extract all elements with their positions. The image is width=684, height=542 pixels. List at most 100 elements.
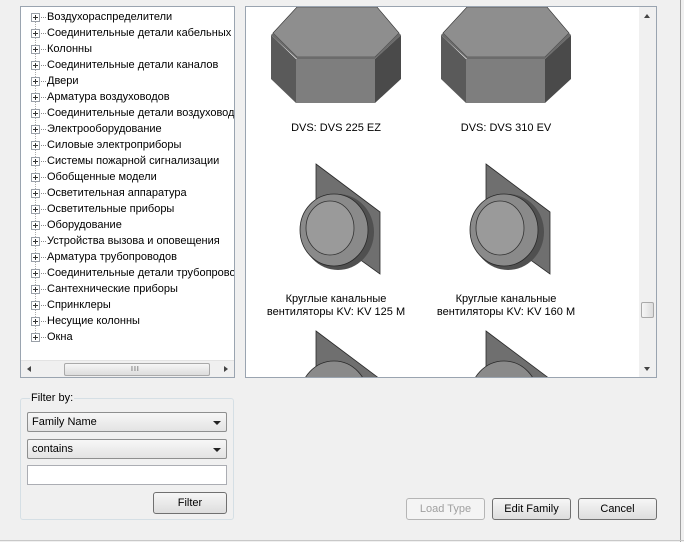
expand-plus-icon[interactable] — [31, 157, 40, 166]
expand-plus-icon[interactable] — [31, 301, 40, 310]
tree-connector — [41, 97, 46, 98]
duct-fan-icon[interactable] — [466, 162, 556, 282]
arrow-up-icon — [644, 14, 650, 18]
expand-plus-icon[interactable] — [31, 205, 40, 214]
expand-plus-icon[interactable] — [31, 13, 40, 22]
tree-item[interactable]: Воздухораспределители — [21, 9, 234, 25]
expand-plus-icon[interactable] — [31, 93, 40, 102]
tree-item-label: Оборудование — [47, 219, 122, 231]
tree-item[interactable]: Соединительные детали воздуховодов — [21, 105, 234, 121]
tree-item-label: Сантехнические приборы — [47, 283, 178, 295]
duct-fan-icon[interactable] — [296, 329, 386, 378]
tree-connector — [41, 305, 46, 306]
window-frame-bottom — [0, 540, 684, 541]
tree-item[interactable]: Колонны — [21, 41, 234, 57]
tree-item-label: Арматура воздуховодов — [47, 91, 170, 103]
tree-item[interactable]: Окна — [21, 329, 234, 345]
family-category-tree[interactable]: Воздухораспределители Соединительные дета… — [20, 6, 235, 378]
tree-item-label: Окна — [47, 331, 73, 343]
expand-plus-icon[interactable] — [31, 29, 40, 38]
tree-item[interactable]: Электрооборудование — [21, 121, 234, 137]
expand-plus-icon[interactable] — [31, 221, 40, 230]
expand-plus-icon[interactable] — [31, 141, 40, 150]
tree-item[interactable]: Осветительная аппаратура — [21, 185, 234, 201]
tree-item[interactable]: Сантехнические приборы — [21, 281, 234, 297]
tree-connector — [41, 209, 46, 210]
tree-connector — [41, 129, 46, 130]
roof-fan-icon[interactable] — [271, 7, 401, 107]
tree-item[interactable]: Обобщенные модели — [21, 169, 234, 185]
expand-plus-icon[interactable] — [31, 317, 40, 326]
tree-connector — [41, 193, 46, 194]
tree-horizontal-scrollbar[interactable]: III — [21, 360, 234, 377]
tree-scroll-thumb[interactable]: III — [64, 363, 210, 376]
tile-label[interactable]: DVS: DVS 310 EV — [426, 122, 586, 135]
filter-legend: Filter by: — [30, 392, 75, 405]
tree-item[interactable]: Соединительные детали кабельных лотков — [21, 25, 234, 41]
chevron-down-icon — [213, 448, 221, 452]
expand-plus-icon[interactable] — [31, 333, 40, 342]
tree-item[interactable]: Соединительные детали трубопроводов — [21, 265, 234, 281]
tree-connector — [41, 49, 46, 50]
cancel-button[interactable]: Cancel — [578, 498, 657, 520]
tree-item[interactable]: Арматура воздуховодов — [21, 89, 234, 105]
tree-item[interactable]: Несущие колонны — [21, 313, 234, 329]
load-type-button[interactable]: Load Type — [406, 498, 485, 520]
filter-operator-dropdown[interactable]: contains — [27, 439, 227, 459]
tree-item-label: Спринклеры — [47, 299, 111, 311]
tree-item[interactable]: Системы пожарной сигнализации — [21, 153, 234, 169]
duct-fan-icon[interactable] — [296, 162, 386, 282]
tree-item[interactable]: Оборудование — [21, 217, 234, 233]
expand-plus-icon[interactable] — [31, 237, 40, 246]
scroll-left-button[interactable] — [21, 361, 38, 377]
tree-item-label: Системы пожарной сигнализации — [47, 155, 220, 167]
tree-item[interactable]: Соединительные детали каналов — [21, 57, 234, 73]
edit-family-button[interactable]: Edit Family — [492, 498, 571, 520]
preview-scroll-thumb[interactable] — [641, 302, 654, 318]
expand-plus-icon[interactable] — [31, 45, 40, 54]
tree-connector — [41, 289, 46, 290]
expand-plus-icon[interactable] — [31, 253, 40, 262]
roof-fan-icon[interactable] — [441, 7, 571, 107]
tree-item-label: Силовые электроприборы — [47, 139, 182, 151]
filter-field-dropdown[interactable]: Family Name — [27, 412, 227, 432]
filter-button[interactable]: Filter — [153, 492, 227, 514]
tree-connector — [41, 161, 46, 162]
tile-label[interactable]: Круглые канальные вентиляторы KV: KV 125… — [256, 293, 416, 319]
tree-item[interactable]: Силовые электроприборы — [21, 137, 234, 153]
tree-item-label: Несущие колонны — [47, 315, 140, 327]
expand-plus-icon[interactable] — [31, 285, 40, 294]
tree-item-label: Устройства вызова и оповещения — [47, 235, 220, 247]
tile-label[interactable]: Круглые канальные вентиляторы KV: KV 160… — [426, 293, 586, 319]
tree-connector — [41, 257, 46, 258]
expand-plus-icon[interactable] — [31, 173, 40, 182]
tree-item[interactable]: Осветительные приборы — [21, 201, 234, 217]
tree-item-label: Двери — [47, 75, 79, 87]
tree-connector — [41, 81, 46, 82]
tree-item-label: Воздухораспределители — [47, 11, 173, 23]
filter-text-input[interactable] — [27, 465, 227, 485]
tree-item[interactable]: Устройства вызова и оповещения — [21, 233, 234, 249]
duct-fan-icon[interactable] — [466, 329, 556, 378]
scroll-right-button[interactable] — [217, 361, 234, 377]
expand-plus-icon[interactable] — [31, 61, 40, 70]
arrow-left-icon — [27, 366, 31, 372]
preview-vertical-scrollbar[interactable] — [639, 7, 656, 377]
tree-item-label: Электрооборудование — [47, 123, 162, 135]
expand-plus-icon[interactable] — [31, 109, 40, 118]
family-preview-panel[interactable]: DVS: DVS 225 EZ DVS: DVS 310 EV Круглые … — [245, 6, 657, 378]
tree-item[interactable]: Двери — [21, 73, 234, 89]
expand-plus-icon[interactable] — [31, 77, 40, 86]
tree-list: Воздухораспределители Соединительные дета… — [21, 9, 234, 345]
tree-item[interactable]: Арматура трубопроводов — [21, 249, 234, 265]
scroll-up-button[interactable] — [639, 7, 656, 24]
tree-connector — [41, 65, 46, 66]
tree-connector — [41, 113, 46, 114]
scroll-grip: III — [131, 366, 140, 373]
expand-plus-icon[interactable] — [31, 189, 40, 198]
tile-label[interactable]: DVS: DVS 225 EZ — [256, 122, 416, 135]
tree-item[interactable]: Спринклеры — [21, 297, 234, 313]
scroll-down-button[interactable] — [639, 360, 656, 377]
expand-plus-icon[interactable] — [31, 269, 40, 278]
expand-plus-icon[interactable] — [31, 125, 40, 134]
